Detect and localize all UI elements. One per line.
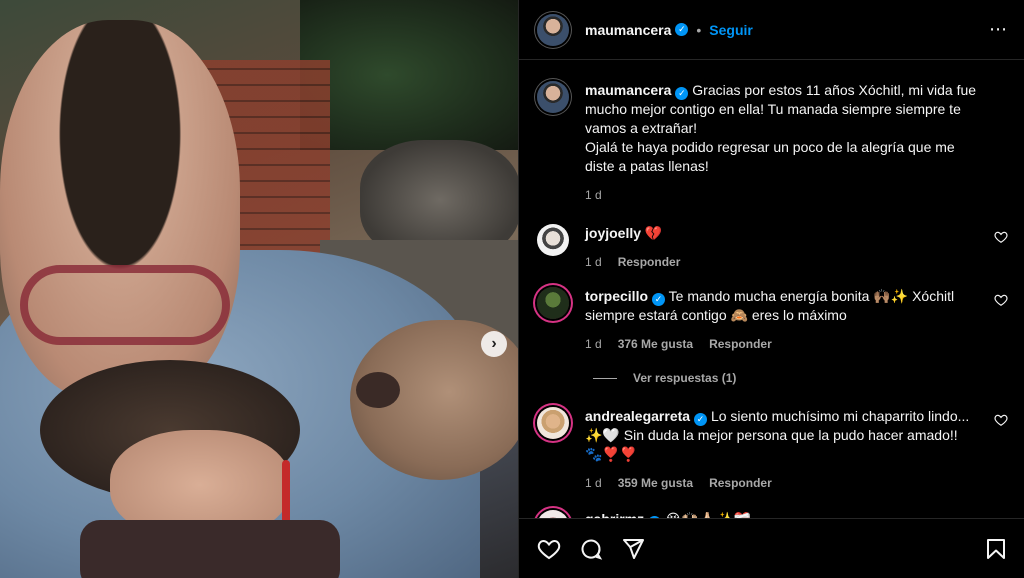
comment-message: 😭🙌🏻🙏🏻✨❤️‍🩹: [665, 511, 751, 518]
comment-body: torpecillo ✓ Te mando mucha energía bonit…: [585, 287, 1008, 351]
chevron-right-icon: ›: [491, 335, 497, 352]
like-count[interactable]: 376 Me gusta: [618, 337, 693, 351]
commenter-avatar[interactable]: [537, 407, 569, 439]
commenter-username[interactable]: gabrirmz: [585, 511, 644, 518]
commenter-avatar[interactable]: [537, 287, 569, 319]
caption-body: maumancera ✓ Gracias por estos 11 años Xó…: [585, 81, 1008, 202]
author-info: maumancera ✓ • Seguir: [585, 22, 753, 38]
bookmark-icon[interactable]: [984, 537, 1008, 561]
instagram-post: › maumancera ✓ • Seguir ⋯ maumancera ✓ Gr…: [0, 0, 1024, 578]
caption: maumancera ✓ Gracias por estos 11 años Xó…: [537, 81, 1008, 202]
comment-time: 1 d: [585, 476, 602, 490]
foliage: [300, 0, 518, 150]
heart-icon[interactable]: [994, 413, 1008, 427]
caption-meta: 1 d: [585, 188, 984, 202]
comment-text: joyjoelly 💔: [585, 224, 984, 243]
like-count[interactable]: 359 Me gusta: [618, 476, 693, 490]
follow-button[interactable]: Seguir: [709, 22, 753, 38]
commenter-avatar[interactable]: [537, 510, 569, 518]
commenter-username[interactable]: joyjoelly: [585, 225, 641, 241]
commenter-username[interactable]: torpecillo: [585, 288, 648, 304]
glasses: [20, 265, 230, 345]
comment-row: joyjoelly 💔 1 d Responder: [537, 224, 1008, 269]
view-replies-button[interactable]: Ver respuestas (1): [593, 371, 1008, 385]
reply-button[interactable]: Responder: [709, 337, 772, 351]
post-header: maumancera ✓ • Seguir ⋯: [519, 0, 1024, 60]
comment-row: andrealegarreta ✓ Lo siento muchísimo mi …: [537, 407, 1008, 490]
heart-icon[interactable]: [994, 293, 1008, 307]
verified-icon: ✓: [675, 87, 689, 100]
author-avatar[interactable]: [537, 13, 569, 46]
share-icon[interactable]: [621, 537, 645, 561]
action-bar: [519, 518, 1024, 578]
comment-row: gabrirmz✓ 😭🙌🏻🙏🏻✨❤️‍🩹: [537, 510, 1008, 518]
separator-dot: •: [696, 21, 702, 38]
caption-time: 1 d: [585, 188, 602, 202]
heart-icon[interactable]: [994, 230, 1008, 244]
caption-text: maumancera ✓ Gracias por estos 11 años Xó…: [585, 81, 984, 176]
more-options-icon[interactable]: ⋯: [989, 19, 1008, 40]
comment-body: andrealegarreta ✓ Lo siento muchísimo mi …: [585, 407, 1008, 490]
comment-time: 1 d: [585, 337, 602, 351]
comment-icon[interactable]: [579, 537, 603, 561]
cloth: [80, 520, 340, 578]
post-photo[interactable]: ›: [0, 0, 518, 578]
comment-time: 1 d: [585, 255, 602, 269]
comment-meta: 1 d 359 Me gusta Responder: [585, 476, 984, 490]
comment-body: joyjoelly 💔 1 d Responder: [585, 224, 1008, 269]
comment-row: torpecillo ✓ Te mando mucha energía bonit…: [537, 287, 1008, 351]
verified-icon: ✓: [675, 23, 689, 36]
comments-list[interactable]: maumancera ✓ Gracias por estos 11 años Xó…: [519, 61, 1024, 518]
comment-text: torpecillo ✓ Te mando mucha energía bonit…: [585, 287, 984, 325]
reply-button[interactable]: Responder: [618, 255, 681, 269]
carousel-next-button[interactable]: ›: [481, 331, 507, 357]
comment-text: andrealegarreta ✓ Lo siento muchísimo mi …: [585, 407, 984, 464]
verified-icon: ✓: [694, 413, 708, 426]
verified-icon: ✓: [652, 293, 666, 306]
caption-username[interactable]: maumancera: [585, 82, 671, 98]
commenter-username[interactable]: andrealegarreta: [585, 408, 690, 424]
comment-meta: 1 d Responder: [585, 255, 984, 269]
view-replies-label: Ver respuestas (1): [633, 371, 737, 385]
caption-message-2: Ojalá te haya podido regresar un poco de…: [585, 139, 955, 174]
comment-text: gabrirmz✓ 😭🙌🏻🙏🏻✨❤️‍🩹: [585, 510, 984, 518]
heart-icon[interactable]: [537, 537, 561, 561]
dog-nose: [356, 372, 400, 408]
caption-avatar[interactable]: [537, 81, 569, 113]
reply-button[interactable]: Responder: [709, 476, 772, 490]
post-panel: maumancera ✓ • Seguir ⋯ maumancera ✓ Grac…: [518, 0, 1024, 578]
author-username[interactable]: maumancera: [585, 22, 671, 38]
divider-line: [593, 377, 617, 379]
comment-message: 💔: [644, 225, 663, 241]
comment-body: gabrirmz✓ 😭🙌🏻🙏🏻✨❤️‍🩹: [585, 510, 1008, 518]
comment-meta: 1 d 376 Me gusta Responder: [585, 337, 984, 351]
commenter-avatar[interactable]: [537, 224, 569, 256]
